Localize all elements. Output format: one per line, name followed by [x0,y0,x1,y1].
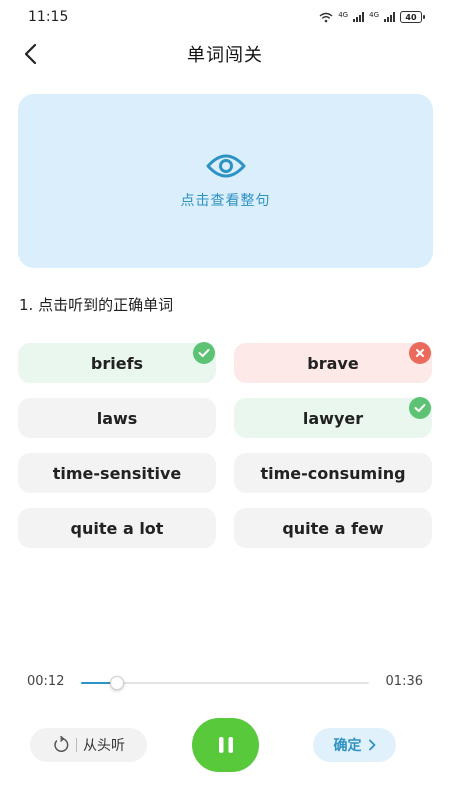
option-button[interactable]: quite a lot [18,508,216,548]
option-button[interactable]: briefs [18,342,216,383]
option-label: time-sensitive [52,463,182,483]
option-button[interactable]: brave [234,342,432,383]
audio-progress: 00:12 01:36 [0,672,450,692]
pause-icon [218,737,233,753]
eye-icon [206,154,245,178]
wifi-icon [319,12,333,22]
option-button[interactable]: quite a few [234,508,432,548]
options-grid: briefs brave laws lawyer time-sensitive … [18,342,433,548]
option-label: laws [96,408,138,428]
back-button[interactable] [16,40,44,68]
battery-icon: 40 [400,11,425,23]
option-label: brave [307,353,359,373]
status-bar: 11:15 4G 4G 40 [0,0,450,34]
signal-icon [353,12,365,22]
progress-thumb[interactable] [110,676,124,690]
confirm-label: 确定 [333,738,362,754]
reveal-sentence-card[interactable]: 点击查看整句 [18,94,433,268]
divider [76,738,77,752]
option-label: quite a few [282,518,384,538]
replay-icon [54,736,69,753]
option-label: quite a lot [70,518,164,538]
total-time: 01:36 [385,674,423,689]
network-type-2: 4G [369,11,379,19]
status-time: 11:15 [28,9,69,25]
header: 单词闯关 [0,34,450,74]
check-icon [193,342,215,364]
check-icon [409,397,431,419]
progress-track[interactable] [81,676,369,690]
back-arrow-icon [24,43,37,65]
option-button[interactable]: time-sensitive [18,453,216,493]
option-label: time-consuming [260,463,406,483]
question-text: 1. 点击听到的正确单词 [19,296,174,314]
current-time: 00:12 [27,674,65,689]
restart-button[interactable]: 从头听 [30,728,147,762]
network-type-1: 4G [338,11,349,19]
chevron-right-icon [368,739,375,751]
reveal-sentence-label: 点击查看整句 [180,193,271,209]
pause-button[interactable] [192,718,259,772]
confirm-button[interactable]: 确定 [313,728,396,762]
status-icons: 4G 4G 40 [319,11,425,23]
page-title: 单词闯关 [187,45,263,66]
option-label: lawyer [302,408,364,428]
cross-icon [409,342,431,364]
option-label: briefs [90,353,144,373]
option-button[interactable]: laws [18,398,216,438]
option-button[interactable]: lawyer [234,397,432,438]
signal-icon-2 [384,12,395,22]
restart-label: 从头听 [83,738,125,754]
option-button[interactable]: time-consuming [234,453,432,493]
